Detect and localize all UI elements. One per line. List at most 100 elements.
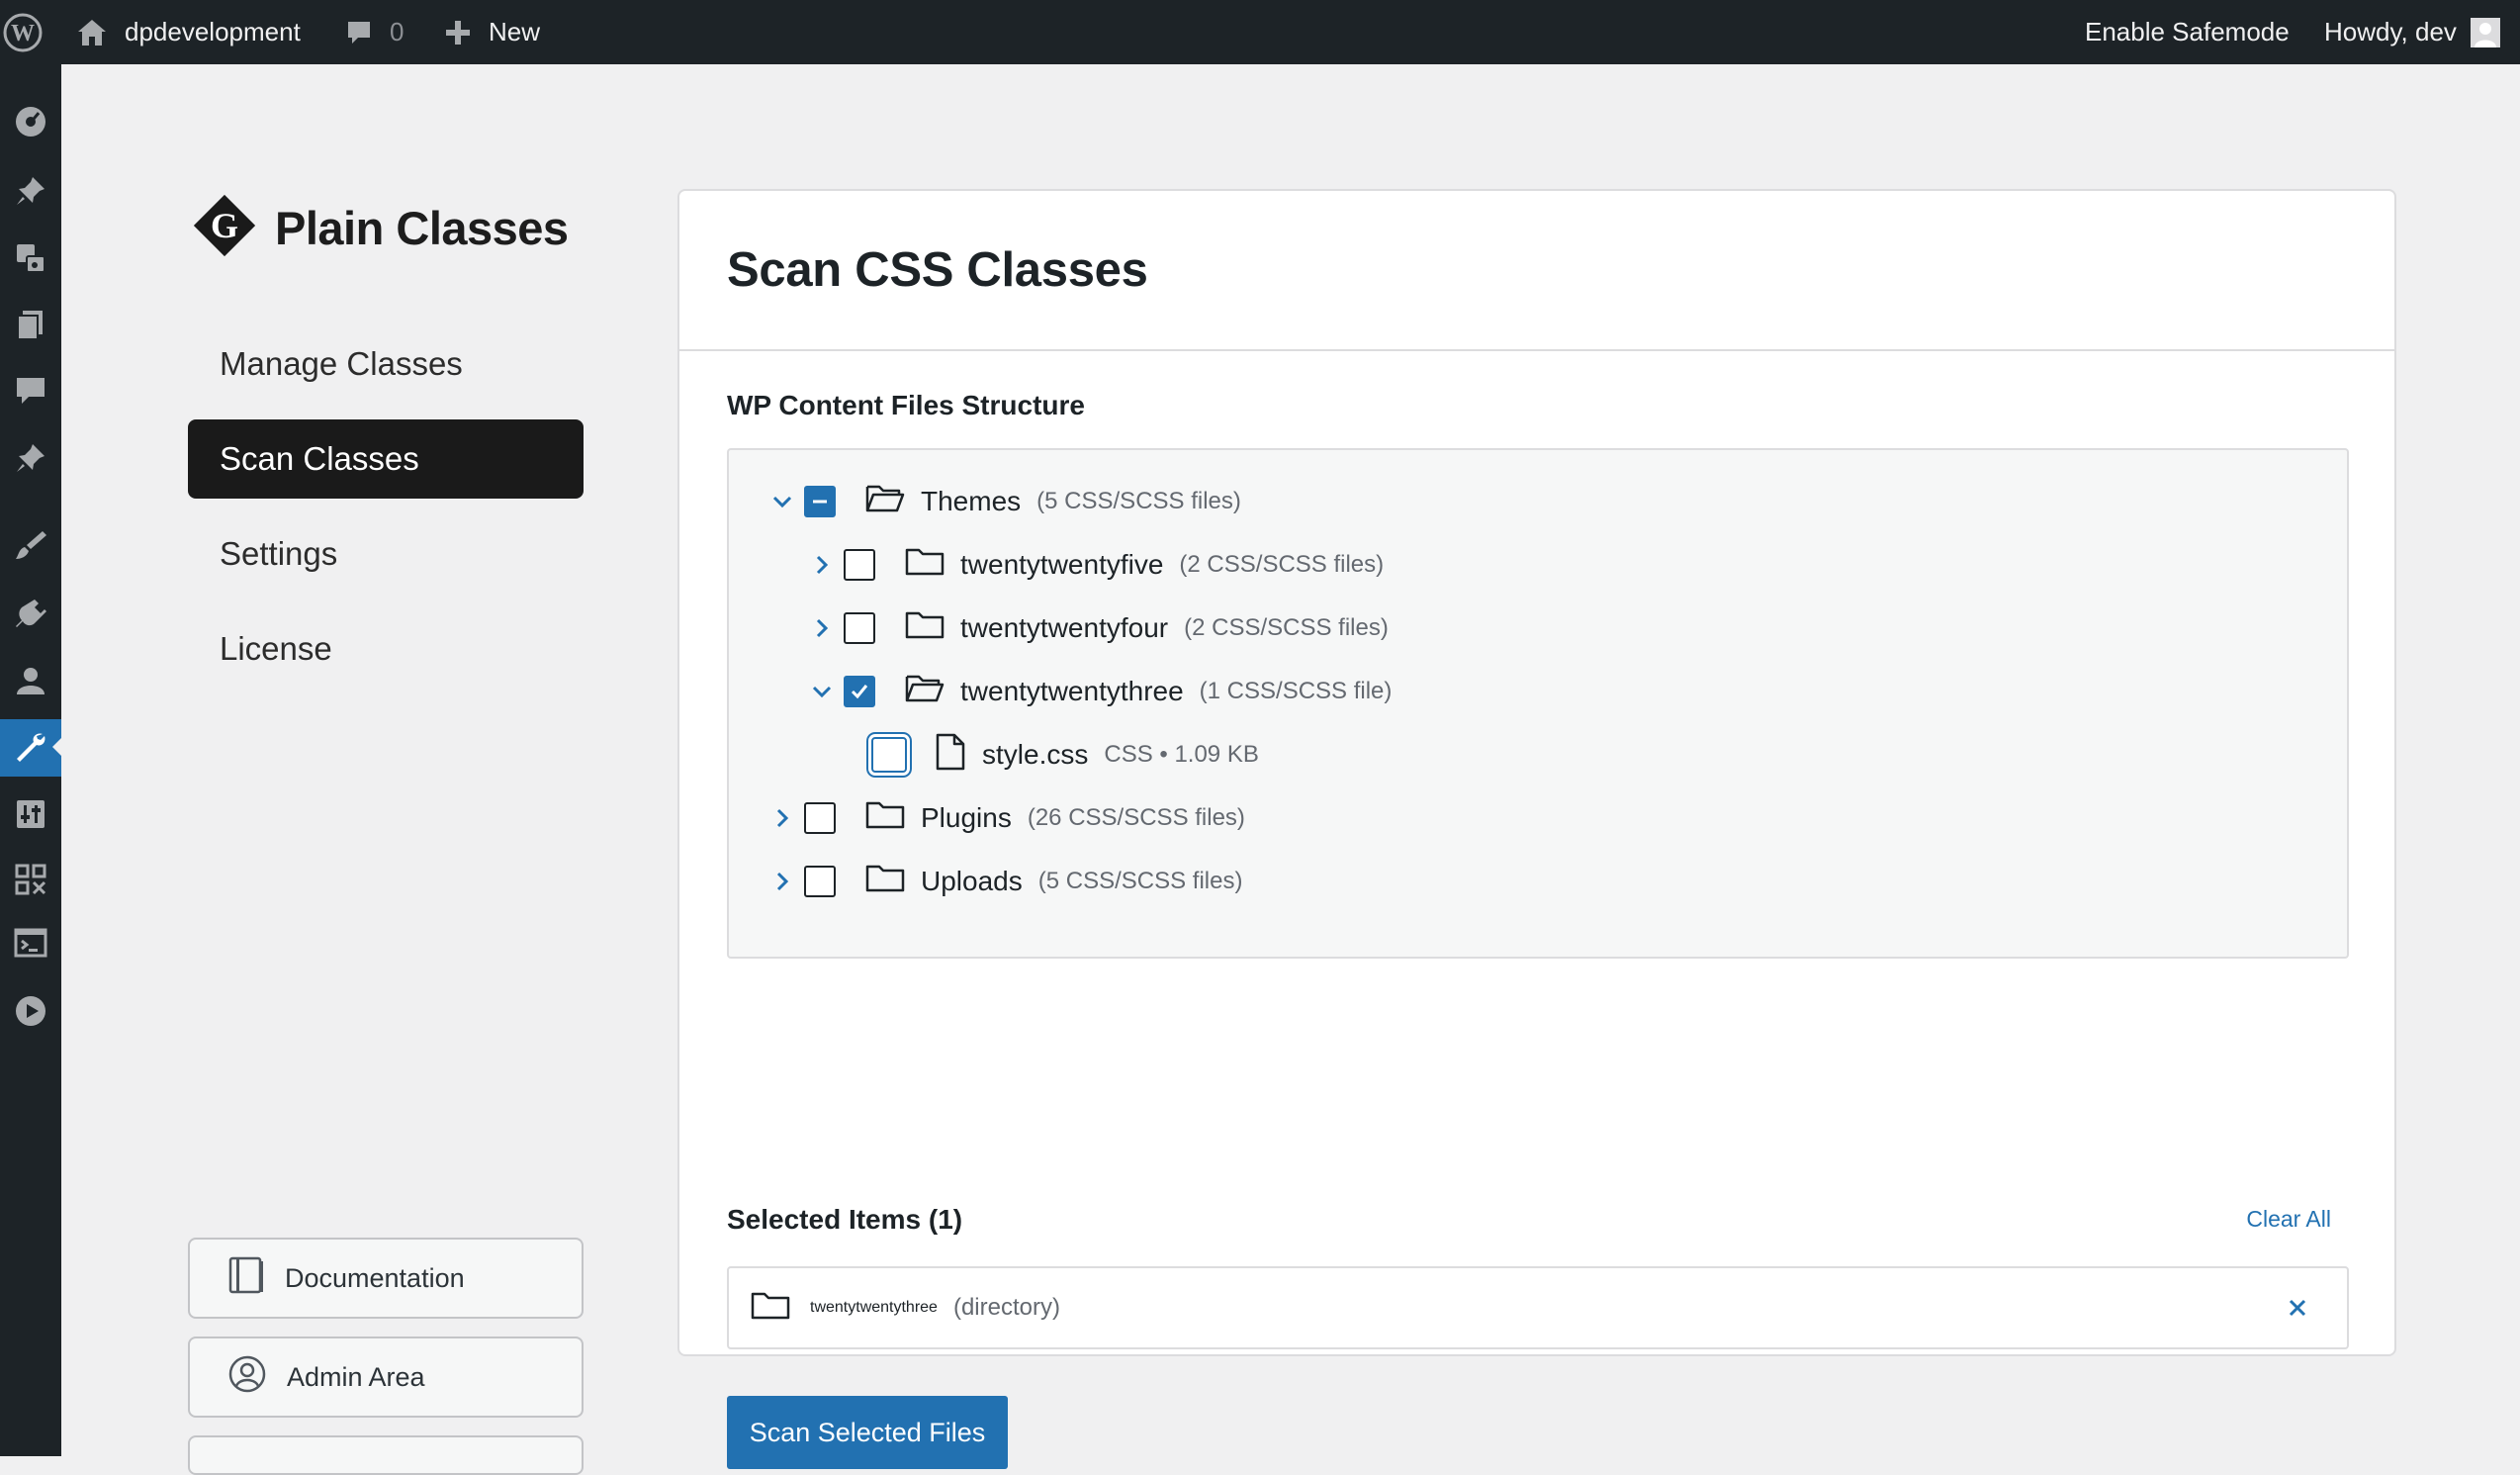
svg-text:W: W (11, 21, 35, 46)
checkbox-focused[interactable] (871, 737, 907, 773)
tree-item-meta: (2 CSS/SCSS files) (1179, 551, 1385, 578)
documentation-label: Documentation (285, 1262, 465, 1293)
new-content-link[interactable]: New (443, 0, 540, 64)
admin-area-button[interactable]: Admin Area (188, 1337, 584, 1418)
appearance-brush-icon[interactable] (0, 517, 61, 573)
tree-row-style-css: style.css CSS • 1.09 KB (871, 727, 1259, 783)
nav-label: Scan Classes (220, 440, 419, 477)
tree-item-meta: (1 CSS/SCSS file) (1199, 678, 1393, 704)
nav-label: License (220, 630, 332, 667)
folder-icon (865, 863, 905, 901)
checkbox[interactable] (844, 549, 875, 581)
safemode-label: Enable Safemode (2085, 17, 2290, 46)
howdy-label: Howdy, dev (2324, 17, 2457, 46)
brand: G Plain Classes (188, 188, 569, 267)
chevron-right-icon[interactable] (810, 553, 834, 577)
card-header: Scan CSS Classes (679, 191, 2394, 351)
nav-scan-classes[interactable]: Scan Classes (188, 419, 584, 499)
pages-icon[interactable] (0, 297, 61, 352)
tree-row-uploads: Uploads (5 CSS/SCSS files) (770, 854, 1242, 909)
my-account-link[interactable]: Howdy, dev (2324, 0, 2500, 64)
section-label: WP Content Files Structure (727, 390, 1085, 420)
dashboard-icon[interactable] (0, 94, 61, 149)
tree-item-name: style.css (982, 739, 1089, 770)
nav-label: Settings (220, 535, 338, 572)
plugins-icon[interactable] (0, 586, 61, 641)
tree-item-meta: (26 CSS/SCSS files) (1027, 804, 1245, 831)
admin-bar: W dpdevelopment 0 New Enable Safemode Ho… (0, 0, 2520, 64)
sidebar-button-partial[interactable] (188, 1435, 584, 1475)
chevron-right-icon[interactable] (770, 806, 794, 830)
svg-text:G: G (211, 206, 238, 245)
site-home-link[interactable]: dpdevelopment (75, 0, 301, 64)
selected-item-name: twentytwentythree (810, 1299, 938, 1316)
folder-open-icon (865, 483, 905, 521)
brand-title: Plain Classes (275, 201, 569, 254)
scan-selected-files-button[interactable]: Scan Selected Files (727, 1396, 1008, 1469)
book-icon (227, 1255, 265, 1302)
tree-item-meta: (5 CSS/SCSS files) (1037, 868, 1243, 894)
play-circle-icon[interactable] (0, 983, 61, 1039)
nav-manage-classes[interactable]: Manage Classes (188, 324, 584, 404)
plain-classes-logo-icon: G (188, 189, 261, 267)
selected-item: twentytwentythree (directory) (727, 1266, 2349, 1349)
nav-label: Manage Classes (220, 345, 463, 382)
wordpress-logo-icon[interactable]: W (2, 0, 44, 64)
checkbox[interactable] (804, 866, 836, 897)
folder-icon (905, 609, 945, 648)
nav-settings[interactable]: Settings (188, 514, 584, 594)
file-tree: Themes (5 CSS/SCSS files) twentytwentyfi… (727, 448, 2349, 959)
documentation-button[interactable]: Documentation (188, 1238, 584, 1319)
tools-wrench-icon[interactable] (0, 719, 61, 777)
plus-icon (443, 18, 473, 47)
pin-icon[interactable] (0, 430, 61, 486)
enable-safemode-link[interactable]: Enable Safemode (2085, 0, 2290, 64)
users-icon[interactable] (0, 653, 61, 708)
remove-item-close-icon[interactable] (2284, 1294, 2311, 1327)
user-circle-icon (227, 1354, 267, 1401)
chevron-down-icon[interactable] (810, 680, 834, 703)
tree-item-meta: (5 CSS/SCSS files) (1036, 488, 1241, 514)
terminal-icon[interactable] (0, 915, 61, 970)
folder-icon (905, 546, 945, 585)
settings-sliders-icon[interactable] (0, 786, 61, 842)
file-icon (935, 732, 966, 779)
tree-row-plugins: Plugins (26 CSS/SCSS files) (770, 790, 1245, 846)
checkbox[interactable] (844, 612, 875, 644)
folder-open-icon (905, 673, 945, 711)
chevron-right-icon[interactable] (770, 870, 794, 893)
blocks-grid-icon[interactable] (0, 852, 61, 907)
tree-item-name: twentytwentyfive (960, 549, 1164, 580)
nav-license[interactable]: License (188, 609, 584, 689)
tree-item-meta: CSS • 1.09 KB (1104, 741, 1259, 768)
comments-menu-icon[interactable] (0, 363, 61, 418)
tree-row-themes: Themes (5 CSS/SCSS files) (770, 474, 1241, 529)
chevron-right-icon[interactable] (810, 616, 834, 640)
site-name: dpdevelopment (125, 17, 301, 46)
page-title: Scan CSS Classes (727, 243, 1148, 297)
chevron-down-icon[interactable] (770, 490, 794, 513)
media-icon[interactable] (0, 230, 61, 286)
checkbox-indeterminate[interactable] (804, 486, 836, 517)
admin-menu (0, 64, 61, 1456)
folder-icon (751, 1290, 790, 1327)
scan-card: Scan CSS Classes WP Content Files Struct… (677, 189, 2396, 1469)
posts-pin-icon[interactable] (0, 163, 61, 219)
checkbox-checked[interactable] (844, 676, 875, 707)
tree-row-twentytwentyfive: twentytwentyfive (2 CSS/SCSS files) (810, 537, 1384, 593)
tree-item-name: Plugins (921, 802, 1012, 833)
checkbox[interactable] (804, 802, 836, 834)
tree-item-name: twentytwentythree (960, 676, 1184, 706)
avatar (2470, 17, 2500, 47)
comments-link[interactable]: 0 (344, 0, 404, 64)
home-icon (75, 17, 109, 48)
admin-area-label: Admin Area (287, 1361, 425, 1392)
tree-row-twentytwentythree: twentytwentythree (1 CSS/SCSS file) (810, 664, 1392, 719)
tree-item-meta: (2 CSS/SCSS files) (1184, 614, 1389, 641)
folder-icon (865, 799, 905, 838)
tree-item-name: twentytwentyfour (960, 612, 1169, 643)
comment-icon (344, 18, 374, 47)
tree-item-name: Themes (921, 486, 1022, 516)
clear-all-link[interactable]: Clear All (2246, 1206, 2331, 1233)
selected-item-meta: (directory) (952, 1294, 1060, 1321)
